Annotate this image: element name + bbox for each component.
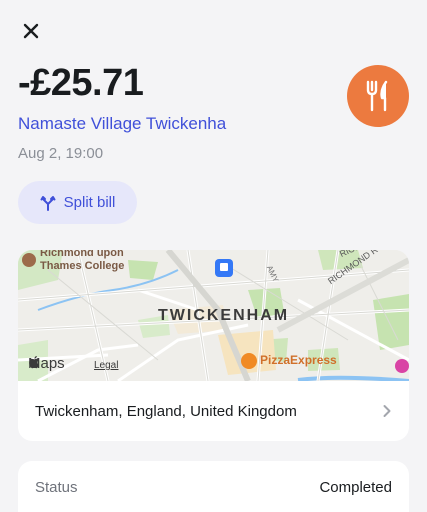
maps-brand: Maps [28,355,65,372]
split-bill-label: Split bill [63,194,116,211]
location-map[interactable]: Richmond upon Thames College TWICKENHAM … [18,250,409,381]
location-row[interactable]: Twickenham, England, United Kingdom [18,381,409,441]
close-icon [23,23,39,39]
split-icon [40,195,56,211]
merchant-name-link[interactable]: Namaste Village Twickenha [18,114,226,134]
map-legal-link[interactable]: Legal [94,360,118,371]
transaction-datetime: Aug 2, 19:00 [18,145,104,162]
split-bill-button[interactable]: Split bill [18,181,137,224]
location-card: Richmond upon Thames College TWICKENHAM … [18,250,409,441]
chevron-right-icon [383,405,391,417]
close-button[interactable] [18,18,44,44]
fork-knife-icon [366,80,388,112]
status-row: Status Completed [35,479,392,496]
details-card: Status Completed [18,461,409,512]
category-avatar [347,65,409,127]
transaction-details-screen: -£25.71 Namaste Village Twickenha Aug 2,… [0,0,427,512]
status-value: Completed [319,479,392,496]
status-key: Status [35,479,78,496]
transaction-amount: -£25.71 [18,62,144,104]
map-poi-label: PizzaExpress [260,353,337,367]
map-place-label: TWICKENHAM [158,307,290,324]
location-text: Twickenham, England, United Kingdom [35,402,297,420]
map-college-label-2: Thames College [40,260,125,272]
apple-logo-icon [29,356,39,369]
